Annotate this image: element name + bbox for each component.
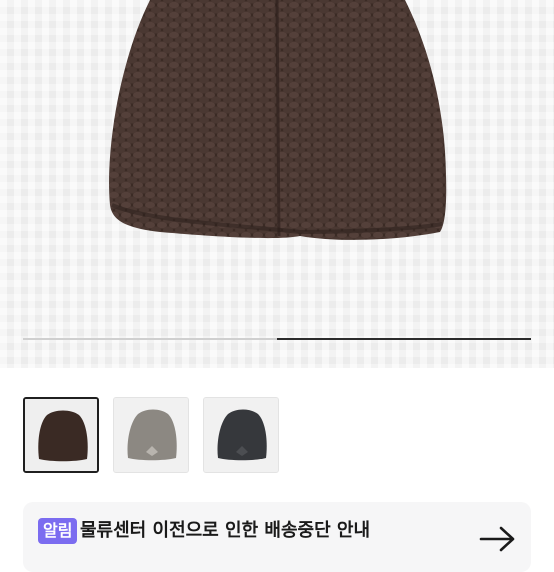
thumbnail-gray[interactable] bbox=[113, 397, 189, 473]
gallery-progress-track bbox=[23, 338, 531, 340]
notice-banner[interactable]: 알림 물류센터 이전으로 인한 배송중단 안내 bbox=[23, 502, 531, 572]
product-main-image[interactable] bbox=[0, 0, 554, 368]
beanie-brown-icon bbox=[25, 399, 97, 471]
thumbnail-brown[interactable] bbox=[23, 397, 99, 473]
arrow-right-icon[interactable] bbox=[478, 524, 518, 554]
beanie-gray-icon bbox=[114, 398, 188, 472]
notice-badge: 알림 bbox=[38, 518, 78, 544]
beanie-charcoal-icon bbox=[204, 398, 278, 472]
gallery-progress-fill bbox=[277, 338, 531, 340]
beanie-image bbox=[109, 0, 447, 240]
notice-title: 물류센터 이전으로 인한 배송중단 안내 bbox=[80, 520, 371, 541]
thumbnail-charcoal[interactable] bbox=[203, 397, 279, 473]
